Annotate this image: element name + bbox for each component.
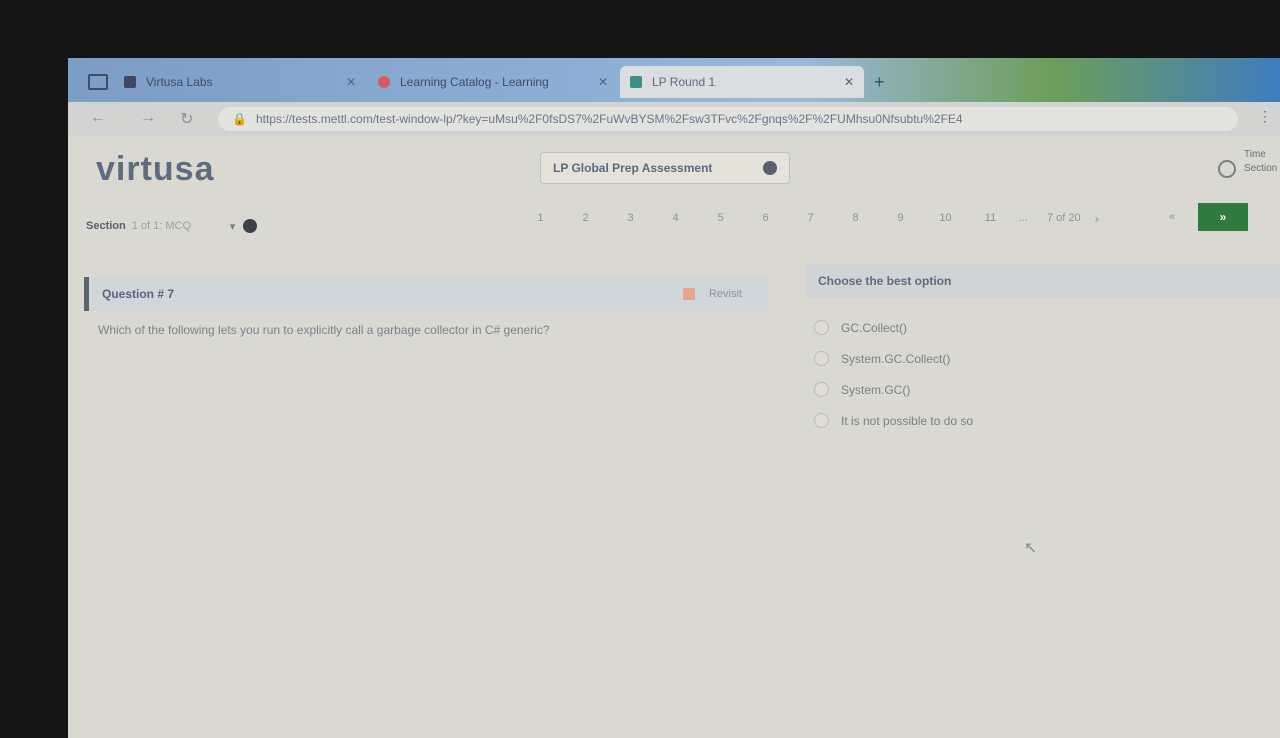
page-number[interactable]: 4	[653, 212, 698, 224]
tab-title: Virtusa Labs	[146, 75, 213, 89]
flag-icon	[682, 288, 695, 300]
question-accent-bar	[84, 277, 89, 311]
section-value[interactable]: 1 of 1: MCQ	[132, 220, 222, 232]
virtusa-logo: virtusa	[96, 150, 215, 188]
page-number[interactable]: 6	[743, 212, 788, 224]
window-menu-icon[interactable]	[88, 74, 108, 90]
page-number[interactable]: 11	[968, 212, 1013, 224]
radio-button[interactable]	[814, 413, 829, 428]
radio-button[interactable]	[814, 351, 829, 366]
page-number[interactable]: 3	[608, 212, 653, 224]
section-label: Section	[86, 220, 126, 232]
page-number[interactable]: 2	[563, 212, 608, 224]
option-label: It is not possible to do so	[841, 413, 974, 428]
page-number[interactable]: 1	[518, 212, 563, 224]
tab-title: LP Round 1	[652, 75, 716, 89]
question-number: Question # 7	[102, 287, 175, 301]
option-label: System.GC()	[841, 382, 911, 397]
option-label: System.GC.Collect()	[841, 351, 951, 366]
assessment-title-text: LP Global Prep Assessment	[553, 161, 713, 175]
chevron-down-icon[interactable]: ▾	[230, 220, 236, 233]
answer-option[interactable]: It is not possible to do so	[814, 405, 973, 436]
mettl-favicon-icon	[630, 76, 642, 88]
reload-icon[interactable]: ↻	[180, 109, 193, 129]
mouse-cursor-icon: ↖	[1024, 540, 1038, 557]
tab-title: Learning Catalog - Learning	[400, 75, 549, 89]
question-text: Which of the following lets you run to e…	[98, 323, 550, 337]
answer-option[interactable]: GC.Collect()	[814, 312, 973, 343]
review-label: Revisit	[708, 288, 742, 300]
question-header: Question # 7 Revisit	[84, 277, 768, 311]
timer-label: Time Section	[1244, 149, 1278, 174]
page-number[interactable]: 7	[788, 212, 833, 224]
tab-lp-round-1[interactable]: LP Round 1 ✕	[620, 66, 864, 98]
close-icon[interactable]: ✕	[844, 75, 854, 89]
new-tab-button[interactable]: +	[874, 72, 885, 93]
browser-address-bar-row: ← → ↻ 🔒 https://tests.mettl.com/test-win…	[68, 102, 1280, 136]
chevron-right-icon[interactable]: ›	[1095, 211, 1099, 226]
assessment-title[interactable]: LP Global Prep Assessment	[540, 152, 790, 184]
page-number[interactable]: 9	[878, 212, 923, 224]
options-heading: Choose the best option	[806, 264, 1280, 298]
answer-option[interactable]: System.GC()	[814, 374, 973, 405]
page-ellipsis: ...	[1018, 212, 1028, 224]
option-label: GC.Collect()	[841, 320, 908, 335]
answer-option[interactable]: System.GC.Collect()	[814, 343, 973, 374]
radio-button[interactable]	[814, 320, 829, 335]
answer-options: GC.Collect() System.GC.Collect() System.…	[814, 312, 973, 436]
next-question-button[interactable]: »	[1198, 203, 1248, 231]
learning-favicon-icon	[378, 76, 390, 88]
monitor-screen: Virtusa Labs ✕ Learning Catalog - Learni…	[68, 58, 1280, 738]
page-number[interactable]: 10	[923, 212, 968, 224]
close-icon[interactable]: ✕	[346, 75, 356, 89]
tab-virtusa-labs[interactable]: Virtusa Labs ✕	[114, 66, 366, 98]
clock-icon	[1218, 160, 1236, 178]
forward-icon[interactable]: →	[140, 109, 156, 127]
mark-for-review-toggle[interactable]: Revisit	[682, 288, 742, 300]
info-icon[interactable]	[763, 161, 777, 175]
tab-learning-catalog[interactable]: Learning Catalog - Learning ✕	[368, 66, 618, 98]
browser-tab-strip: Virtusa Labs ✕ Learning Catalog - Learni…	[68, 58, 1280, 102]
url-text: https://tests.mettl.com/test-window-lp/?…	[256, 112, 963, 126]
browser-menu-icon[interactable]: ⋮	[1258, 108, 1272, 125]
section-selector[interactable]: Section 1 of 1: MCQ ▾	[86, 216, 258, 236]
page-number[interactable]: 5	[698, 212, 743, 224]
close-icon[interactable]: ✕	[598, 75, 608, 89]
virtusa-favicon-icon	[124, 76, 136, 88]
url-field[interactable]: 🔒 https://tests.mettl.com/test-window-lp…	[218, 107, 1238, 131]
radio-button[interactable]	[814, 382, 829, 397]
question-pager: 1 2 3 4 5 6 7 8 9 10 11 ... 7 of 20 ›	[518, 208, 1099, 228]
info-icon[interactable]	[243, 219, 258, 233]
back-icon[interactable]: ←	[90, 109, 106, 127]
previous-question-button[interactable]: «	[1156, 203, 1188, 231]
page-number[interactable]: 8	[833, 212, 878, 224]
page-info: 7 of 20	[1047, 212, 1081, 224]
lock-icon: 🔒	[232, 112, 247, 126]
